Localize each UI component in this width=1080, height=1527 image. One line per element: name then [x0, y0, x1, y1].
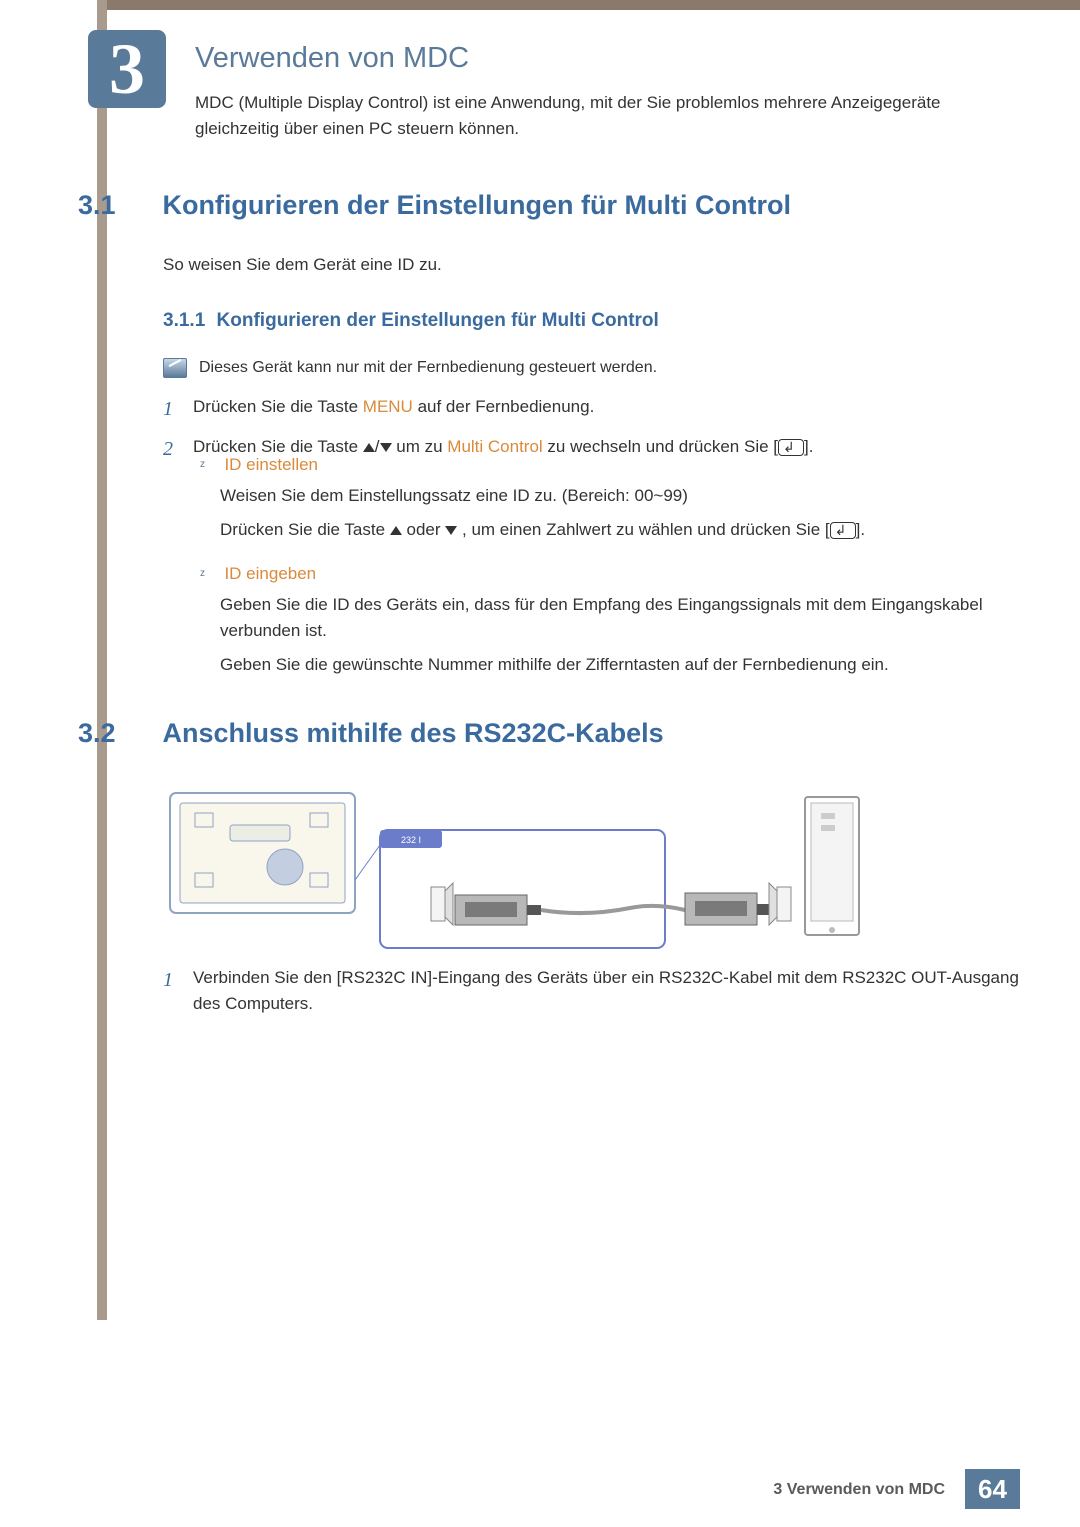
chapter-description: MDC (Multiple Display Control) ist eine … [195, 90, 1000, 141]
section-title: Anschluss mithilfe des RS232C-Kabels [162, 718, 663, 749]
step-number: 2 [163, 434, 181, 464]
subsection-3-1-1: 3.1.1 Konfigurieren der Einstellungen fü… [163, 310, 1020, 332]
sub-item-desc: Drücken Sie die Taste oder , um einen Za… [220, 517, 1020, 543]
sub-item-id-einstellen: z ID einstellen Weisen Sie dem Einstellu… [200, 455, 1020, 544]
chapter-number: 3 [109, 33, 145, 105]
text: oder [407, 520, 446, 539]
sub-item-desc: Weisen Sie dem Einstellungssatz eine ID … [220, 483, 1020, 509]
menu-keyword: MENU [363, 397, 413, 416]
subsection-number: 3.1.1 [163, 310, 205, 331]
up-icon [363, 443, 375, 452]
step-body: Drücken Sie die Taste MENU auf der Fernb… [193, 394, 1020, 420]
text: Drücken Sie die Taste [220, 520, 390, 539]
display-device-icon [170, 793, 355, 913]
chapter-badge: 3 [88, 30, 166, 108]
pc-icon [805, 797, 859, 935]
step-list-3-2: 1 Verbinden Sie den [RS232C IN]-Eingang … [163, 965, 1020, 1026]
text: auf der Fernbedienung. [413, 397, 594, 416]
step-body: Verbinden Sie den [RS232C IN]-Eingang de… [193, 965, 1020, 1016]
bullet-marker: z [200, 459, 220, 470]
section-title: Konfigurieren der Einstellungen für Mult… [162, 190, 791, 221]
subsection-title: Konfigurieren der Einstellungen für Mult… [217, 310, 659, 331]
section-3-1: 3.1 Konfigurieren der Einstellungen für … [78, 190, 1020, 221]
text: um zu [396, 437, 447, 456]
text: ]. [804, 437, 813, 456]
sub-item-label: ID einstellen [224, 455, 318, 474]
step-number: 1 [163, 965, 181, 995]
port-callout: 232 I [355, 830, 791, 948]
step-1: 1 Verbinden Sie den [RS232C IN]-Eingang … [163, 965, 1020, 1016]
connection-diagram: 232 I [165, 785, 885, 960]
text: , um einen Zahlwert zu wählen und drücke… [462, 520, 830, 539]
section-3-1-intro: So weisen Sie dem Gerät eine ID zu. [163, 255, 442, 275]
page-number: 64 [965, 1469, 1020, 1509]
text: Drücken Sie die Taste [193, 397, 363, 416]
sub-item-label: ID eingeben [224, 564, 316, 583]
multicontrol-keyword: Multi Control [447, 437, 542, 456]
chapter-title: Verwenden von MDC [195, 42, 469, 75]
down-icon [380, 443, 392, 452]
note-icon [163, 358, 187, 378]
note-text: Dieses Gerät kann nur mit der Fernbedien… [199, 359, 657, 377]
port-label-text: 232 I [401, 835, 421, 845]
enter-key-icon [778, 439, 804, 456]
sub-item-desc: Geben Sie die ID des Geräts ein, dass fü… [220, 592, 1020, 645]
text: zu wechseln und drücken Sie [ [543, 437, 778, 456]
sublist: z ID einstellen Weisen Sie dem Einstellu… [200, 455, 1020, 699]
bullet-marker: z [200, 568, 220, 579]
text: Drücken Sie die Taste [193, 437, 363, 456]
header-bar [97, 0, 1080, 10]
sub-item-id-eingeben: z ID eingeben Geben Sie die ID des Gerät… [200, 564, 1020, 679]
text: ]. [856, 520, 865, 539]
down-icon [445, 526, 457, 535]
step-number: 1 [163, 394, 181, 424]
footer-chapter: 3 Verwenden von MDC [773, 1481, 945, 1499]
sub-item-desc: Geben Sie die gewünschte Nummer mithilfe… [220, 652, 1020, 678]
up-icon [390, 526, 402, 535]
section-number: 3.2 [78, 718, 158, 749]
enter-key-icon [830, 522, 856, 539]
note-row: Dieses Gerät kann nur mit der Fernbedien… [163, 358, 1020, 378]
step-1: 1 Drücken Sie die Taste MENU auf der Fer… [163, 394, 1020, 424]
section-number: 3.1 [78, 190, 158, 221]
section-3-2: 3.2 Anschluss mithilfe des RS232C-Kabels [78, 718, 1020, 749]
